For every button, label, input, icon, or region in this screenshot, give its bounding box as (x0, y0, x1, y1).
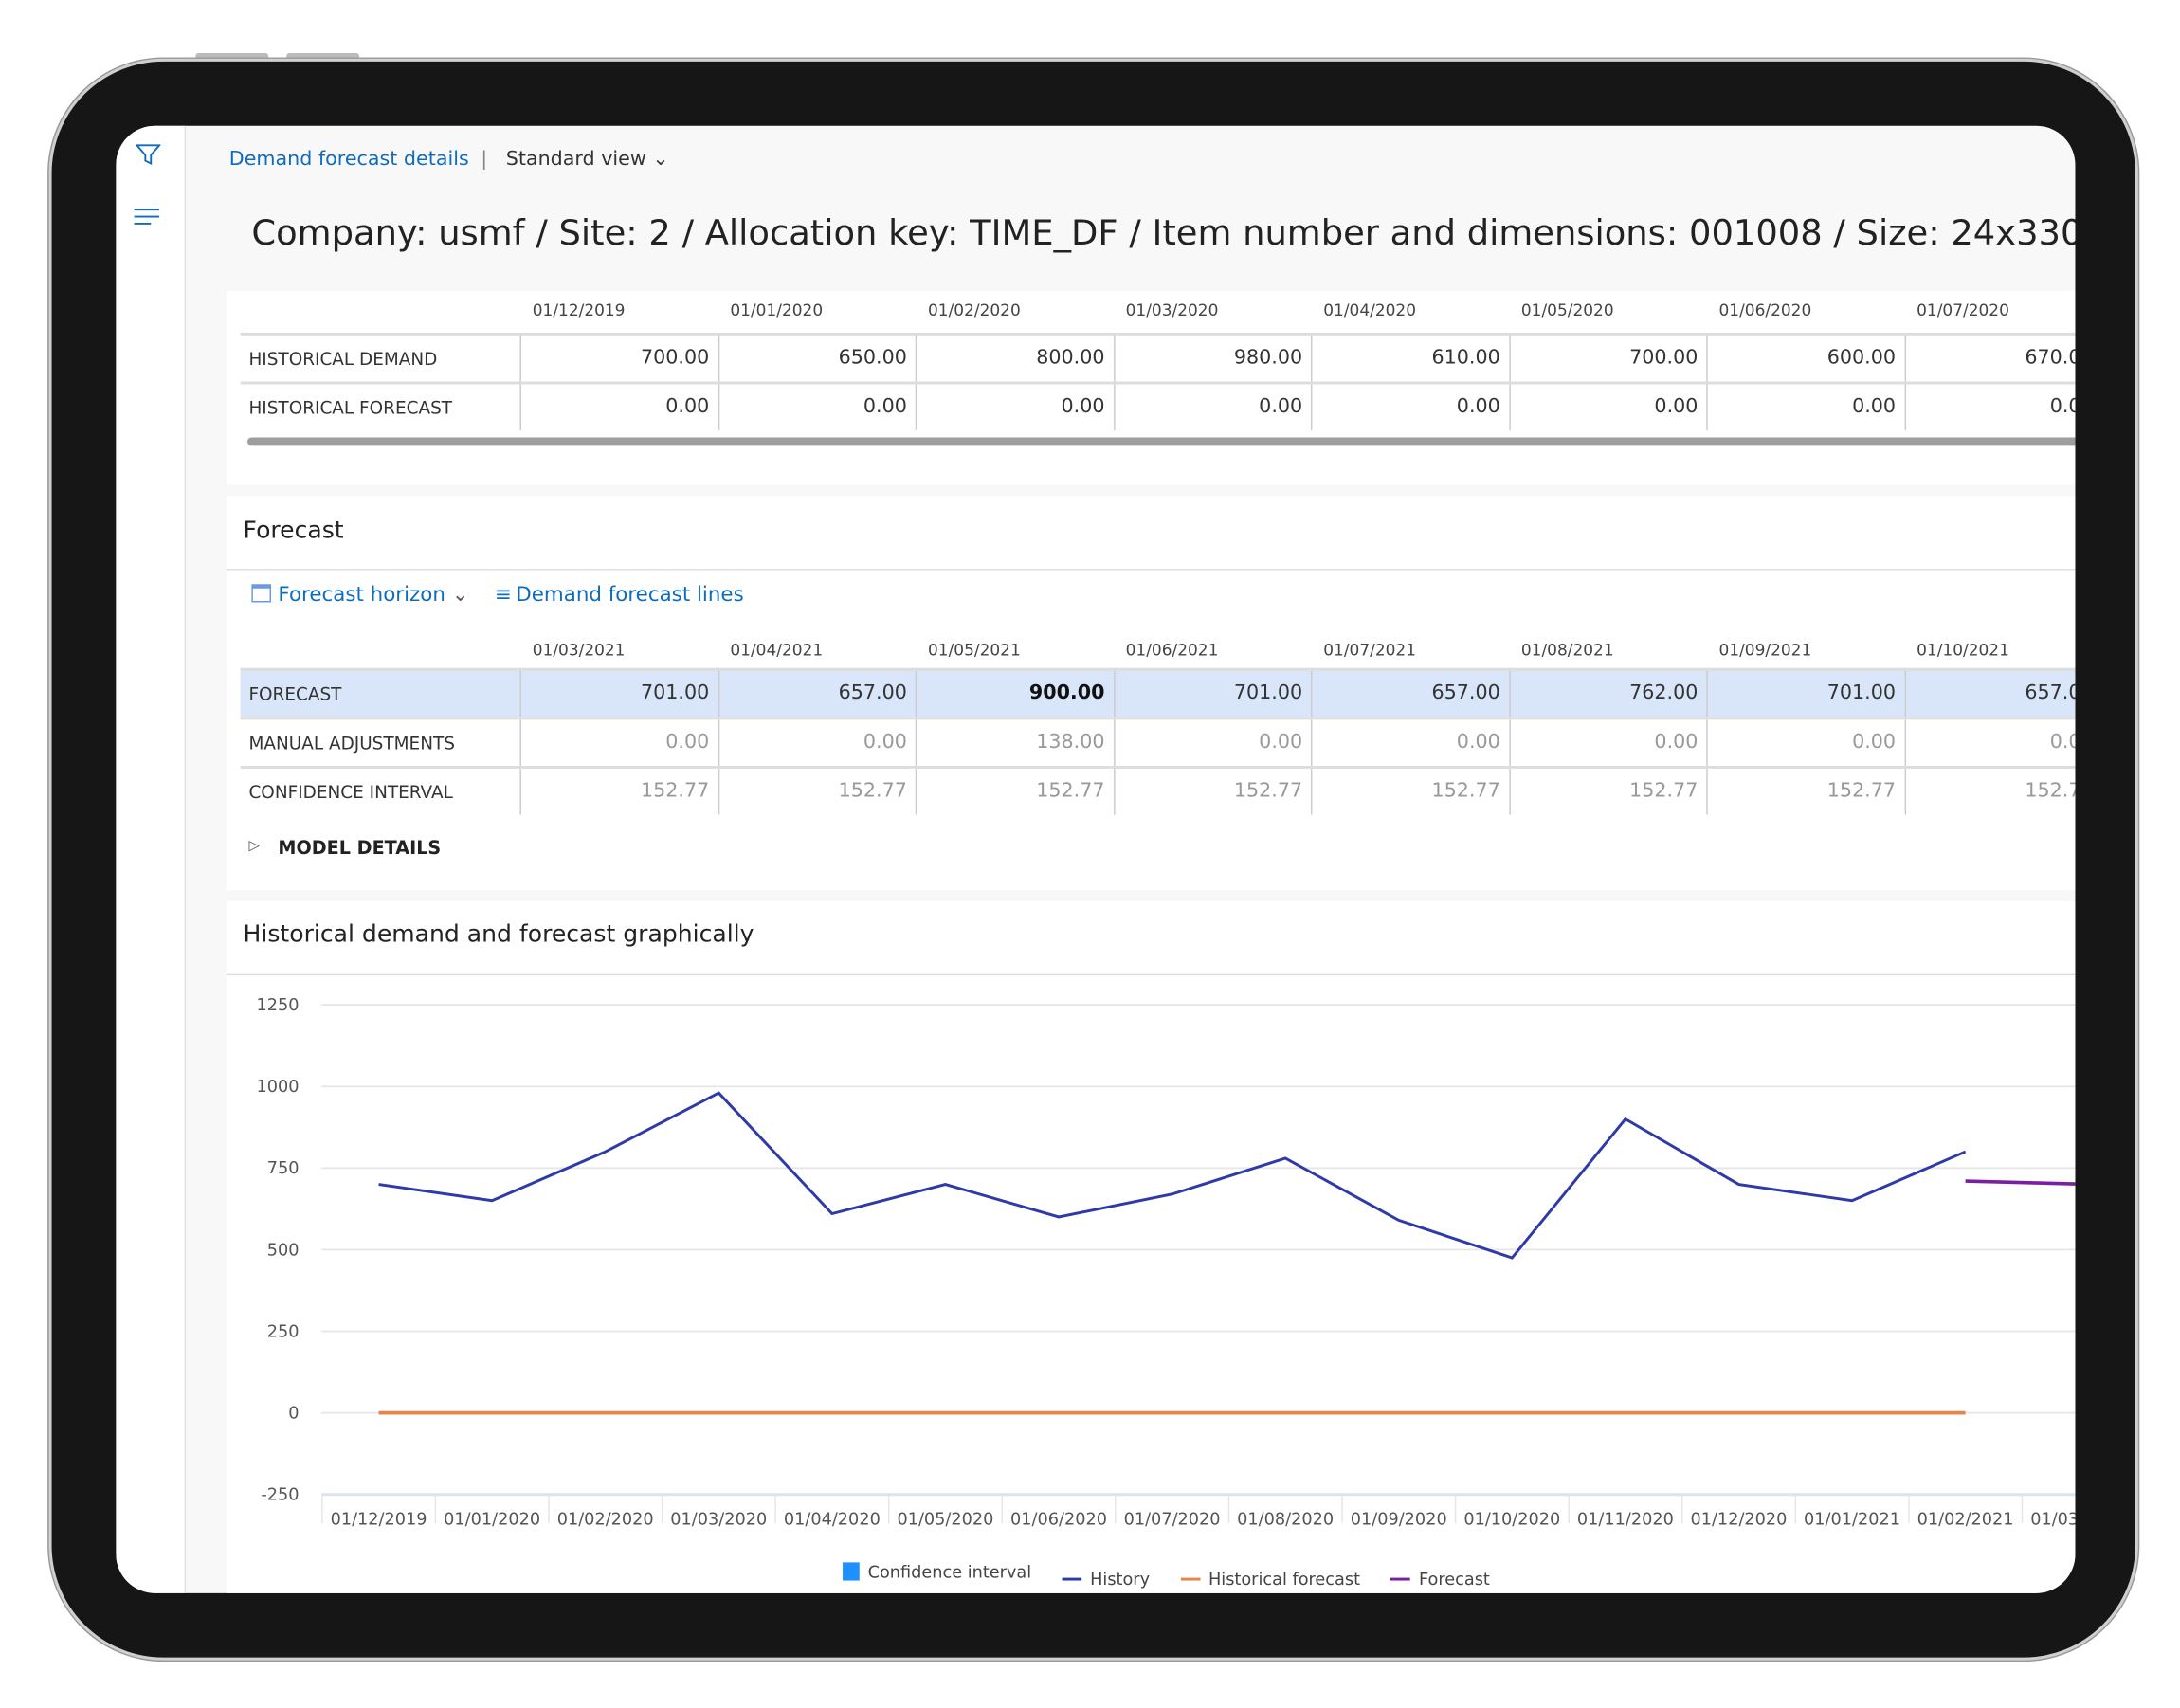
legend-swatch (843, 1562, 860, 1581)
y-tick-label: 500 (267, 1241, 300, 1260)
x-tick-label: 01/06/2020 (1010, 1511, 1107, 1530)
x-tick-label: 01/02/2020 (557, 1511, 654, 1530)
y-tick-label: -250 (261, 1486, 299, 1505)
y-tick-label: 250 (267, 1322, 300, 1341)
legend-label: Historical forecast (1208, 1569, 1361, 1590)
y-tick-label: 750 (267, 1159, 300, 1178)
legend-item[interactable]: Confidence interval (843, 1561, 1032, 1582)
screen: Demand forecast details | Standard view … (116, 125, 2076, 1593)
legend-swatch (1180, 1577, 1201, 1581)
x-tick-label: 01/09/2020 (1351, 1511, 1447, 1530)
series-line-history (378, 1091, 1967, 1260)
demand-forecast-chart: 1250 1000 750 500 250 0 -250 01/12/2019 01/01/20… (257, 996, 2076, 1530)
y-tick-label: 1250 (257, 996, 300, 1015)
x-tick-label: 01/07/2020 (1124, 1511, 1221, 1530)
legend-swatch (1390, 1577, 1411, 1581)
x-tick-label: 01/04/2020 (784, 1511, 881, 1530)
legend-item[interactable]: History (1062, 1569, 1151, 1590)
legend-item[interactable]: Forecast (1390, 1569, 1490, 1590)
x-tick-label: 01/02/2021 (1917, 1511, 2014, 1530)
legend-label: Confidence interval (867, 1561, 1032, 1582)
x-tick-label: 01/12/2019 (331, 1511, 427, 1530)
legend-swatch (1062, 1577, 1082, 1581)
y-tick-label: 1000 (257, 1078, 300, 1097)
series-line-forecast (1965, 1179, 2076, 1186)
x-tick-label: 01/11/2020 (1577, 1511, 1674, 1530)
legend-item[interactable]: Historical forecast (1180, 1569, 1361, 1590)
x-tick-label: 01/03/2020 (670, 1511, 767, 1530)
x-tick-label: 01/12/2020 (1690, 1511, 1787, 1530)
x-tick-label: 01/01/2021 (1804, 1511, 1900, 1530)
x-tick-label: 01/10/2020 (1463, 1511, 1560, 1530)
x-tick-label: 01/08/2020 (1237, 1511, 1334, 1530)
chart-legend: Confidence interval History Historical for… (843, 1559, 1520, 1589)
x-tick-label: 01/01/2020 (444, 1511, 540, 1530)
x-tick-label: 01/05/2020 (897, 1511, 993, 1530)
legend-label: Forecast (1418, 1569, 1490, 1590)
y-tick-label: 0 (288, 1405, 299, 1424)
x-tick-label: 01/03/2021 (2030, 1511, 2075, 1530)
legend-label: History (1090, 1569, 1151, 1590)
